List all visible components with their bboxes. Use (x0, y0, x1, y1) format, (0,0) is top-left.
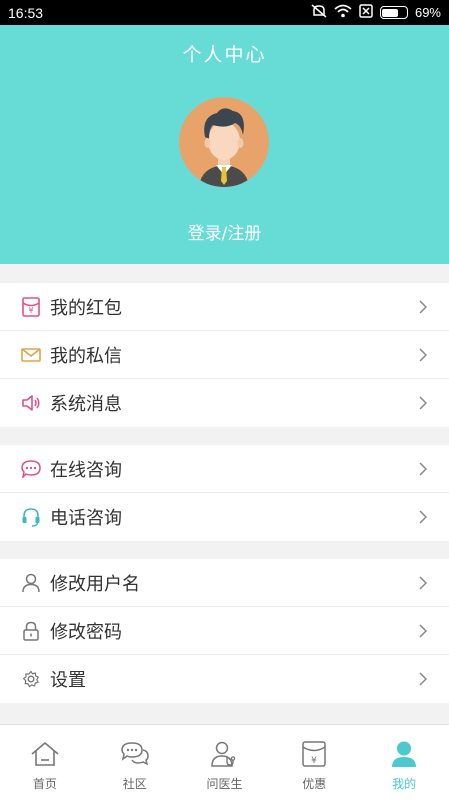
tab-label: 优惠 (302, 777, 327, 791)
page-title: 个人中心 (182, 44, 267, 66)
menu-item-system-messages[interactable]: 系统消息 (0, 379, 449, 427)
svg-text:¥: ¥ (28, 306, 33, 315)
tab-home[interactable]: 首页 (0, 725, 90, 800)
menu-item-messages[interactable]: 我的私信 (0, 331, 449, 379)
avatar[interactable] (179, 97, 269, 187)
no-sim-icon (359, 4, 373, 21)
menu-item-red-packet[interactable]: ¥ 我的红包 (0, 283, 449, 331)
profile-header: 个人中心 登录/注册 (0, 25, 449, 264)
chevron-right-icon (413, 347, 433, 362)
chevron-right-icon (413, 623, 433, 638)
bottom-tab-bar: 首页 社区 问医生 ¥ 优惠 我的 (0, 724, 449, 800)
status-time: 16:53 (8, 4, 44, 21)
profile-icon (388, 738, 420, 770)
menu-item-edit-username[interactable]: 修改用户名 (0, 559, 449, 607)
doctor-icon (208, 738, 240, 770)
menu-item-online-consult[interactable]: 在线咨询 (0, 445, 449, 493)
menu-item-label: 设置 (50, 670, 86, 691)
menu-group-settings: 修改用户名 修改密码 设置 (0, 559, 449, 703)
chevron-right-icon (413, 575, 433, 590)
mail-icon (21, 345, 41, 365)
chevron-right-icon (413, 299, 433, 314)
speaker-icon (21, 393, 41, 413)
tab-label: 问医生 (206, 777, 243, 791)
chat-bubble-icon (21, 459, 41, 479)
wifi-icon (334, 4, 352, 21)
menu-item-label: 我的私信 (50, 345, 122, 367)
menu-item-label: 电话咨询 (50, 508, 122, 529)
menu-group-consult: 在线咨询 电话咨询 (0, 445, 449, 541)
menu-item-settings[interactable]: 设置 (0, 655, 449, 703)
tab-coupon[interactable]: ¥ 优惠 (269, 725, 359, 800)
menu-item-label: 修改用户名 (50, 573, 140, 595)
coupon-icon: ¥ (298, 738, 330, 770)
chevron-right-icon (413, 672, 433, 686)
menu-item-change-password[interactable]: 修改密码 (0, 607, 449, 655)
gear-icon (21, 669, 41, 689)
user-icon (21, 573, 41, 593)
tab-ask-doctor[interactable]: 问医生 (180, 725, 270, 800)
menu-item-label: 系统消息 (50, 394, 122, 415)
tab-community[interactable]: 社区 (90, 725, 180, 800)
red-packet-icon: ¥ (21, 296, 41, 317)
menu-item-label: 在线咨询 (50, 459, 122, 481)
headset-icon (21, 507, 41, 527)
login-register-link[interactable]: 登录/注册 (0, 219, 449, 244)
tab-label: 我的 (392, 777, 417, 791)
tab-label: 首页 (32, 777, 57, 791)
battery-icon (379, 6, 408, 19)
chevron-right-icon (413, 461, 433, 476)
lock-icon (21, 621, 41, 641)
mute-alarm-icon (311, 4, 327, 21)
tab-mine[interactable]: 我的 (359, 725, 449, 800)
tab-label: 社区 (122, 777, 147, 791)
menu-item-label: 修改密码 (50, 621, 122, 643)
status-bar: 16:53 69% (0, 0, 449, 25)
menu-item-phone-consult[interactable]: 电话咨询 (0, 493, 449, 541)
chevron-right-icon (413, 510, 433, 524)
community-icon (119, 738, 151, 770)
menu-item-label: 我的红包 (50, 297, 122, 319)
menu-group-account: ¥ 我的红包 我的私信 系统消息 (0, 283, 449, 427)
chevron-right-icon (413, 396, 433, 410)
svg-text:¥: ¥ (311, 756, 317, 766)
battery-percent: 69% (414, 5, 441, 20)
home-icon (29, 738, 61, 770)
